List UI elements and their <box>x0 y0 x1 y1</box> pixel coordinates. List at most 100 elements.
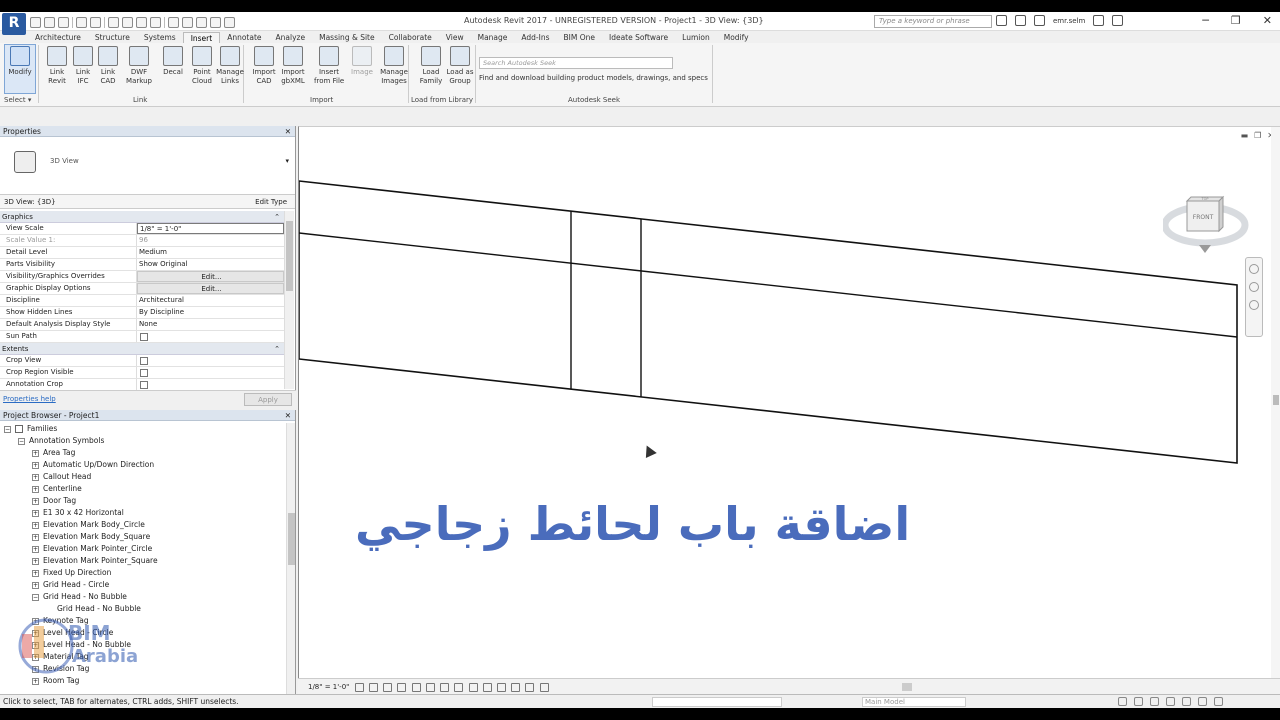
property-value[interactable] <box>137 331 284 342</box>
tab-systems[interactable]: Systems <box>137 32 183 43</box>
select-pinned-icon[interactable] <box>1166 697 1175 706</box>
detail-level-icon[interactable] <box>354 682 364 692</box>
expand-icon[interactable]: + <box>32 545 39 553</box>
zoom-icon[interactable] <box>1249 282 1259 292</box>
expand-icon[interactable]: + <box>32 485 39 493</box>
expand-icon[interactable]: + <box>32 461 39 469</box>
3d-view-icon[interactable] <box>168 16 179 28</box>
user-name[interactable]: emr.selm <box>1053 17 1085 25</box>
import-cad-button[interactable]: Import CAD <box>249 46 279 86</box>
curtain-wall-drawing[interactable] <box>299 127 1271 679</box>
tree-item[interactable]: + Centerline <box>0 483 286 495</box>
help-icon[interactable] <box>1112 15 1124 26</box>
property-value[interactable] <box>137 355 284 366</box>
collapse-icon[interactable]: ⌃ <box>274 343 280 355</box>
property-value[interactable]: By Discipline <box>137 307 284 318</box>
background-process-icon[interactable] <box>1214 697 1223 706</box>
select-links-icon[interactable] <box>1134 697 1143 706</box>
save-icon[interactable] <box>44 16 55 28</box>
tree-item[interactable]: + Elevation Mark Pointer_Square <box>0 555 286 567</box>
tab-annotate[interactable]: Annotate <box>220 32 268 43</box>
tree-item[interactable]: + Callout Head <box>0 471 286 483</box>
expand-icon[interactable]: + <box>32 677 39 685</box>
switch-windows-icon[interactable] <box>224 16 235 28</box>
property-value[interactable]: Medium <box>137 247 284 258</box>
modify-button[interactable]: Modify <box>6 46 34 77</box>
collapse-icon[interactable]: ⌃ <box>274 211 280 223</box>
measure-icon[interactable] <box>108 16 119 28</box>
property-value[interactable]: None <box>137 319 284 330</box>
viewport-scrollbar[interactable] <box>1271 127 1280 695</box>
hide-isolate-icon[interactable] <box>468 682 478 692</box>
render-icon[interactable] <box>411 682 421 692</box>
sun-path-icon[interactable] <box>383 682 393 692</box>
property-value[interactable] <box>137 367 284 378</box>
keyword-search-input[interactable]: Type a keyword or phrase <box>874 15 992 28</box>
section-icon[interactable] <box>182 16 193 28</box>
shadows-icon[interactable] <box>397 682 407 692</box>
text-icon[interactable] <box>150 16 161 28</box>
tag-icon[interactable] <box>136 16 147 28</box>
exchange-icon[interactable] <box>1093 15 1105 26</box>
sync-icon[interactable] <box>58 16 69 28</box>
load-as-group-button[interactable]: Load as Group <box>445 46 475 86</box>
reveal-hidden-icon[interactable] <box>482 682 492 692</box>
close-hidden-icon[interactable] <box>210 16 221 28</box>
tab-lumion[interactable]: Lumion <box>675 32 717 43</box>
collapse-icon[interactable]: − <box>18 437 25 445</box>
tab-view[interactable]: View <box>439 32 471 43</box>
close-icon[interactable]: ✕ <box>285 410 291 421</box>
expand-icon[interactable]: + <box>32 581 39 589</box>
close-button[interactable]: ✕ <box>1263 14 1272 27</box>
checkbox[interactable] <box>140 357 148 365</box>
tree-item[interactable]: − Families <box>0 423 286 435</box>
crop-view-icon[interactable] <box>425 682 435 692</box>
tab-modify[interactable]: Modify <box>717 32 756 43</box>
panel-select[interactable]: Select ▾ <box>4 96 31 104</box>
select-by-face-icon[interactable] <box>1182 697 1191 706</box>
checkbox[interactable] <box>140 333 148 341</box>
highlight-icon[interactable] <box>525 682 535 692</box>
apply-button[interactable]: Apply <box>244 393 292 406</box>
dimension-icon[interactable] <box>122 16 133 28</box>
collapse-icon[interactable]: − <box>32 593 39 601</box>
checkbox[interactable] <box>140 381 148 389</box>
image-button[interactable]: Image <box>347 46 377 77</box>
horizontal-mullion[interactable] <box>299 232 1238 338</box>
tab-insert[interactable]: Insert <box>182 32 221 43</box>
expand-icon[interactable]: + <box>32 509 39 517</box>
tree-item[interactable]: + Elevation Mark Body_Square <box>0 531 286 543</box>
maximize-button[interactable]: ❐ <box>1231 14 1241 27</box>
redo-icon[interactable] <box>90 16 101 28</box>
constraints-icon[interactable] <box>539 682 549 692</box>
tab-architecture[interactable]: Architecture <box>28 32 88 43</box>
expand-icon[interactable]: + <box>32 569 39 577</box>
tree-item[interactable]: + Elevation Mark Pointer_Circle <box>0 543 286 555</box>
filter-icon[interactable] <box>1118 697 1127 706</box>
manage-links-button[interactable]: Manage Links <box>215 46 245 86</box>
tab-collaborate[interactable]: Collaborate <box>382 32 439 43</box>
drag-elements-icon[interactable] <box>1198 697 1207 706</box>
collapse-icon[interactable]: − <box>4 425 11 433</box>
open-icon[interactable] <box>30 16 41 28</box>
instance-selector[interactable]: 3D View: {3D} Edit Type <box>0 195 295 209</box>
type-selector[interactable]: 3D View ▾ <box>0 137 295 195</box>
decal-button[interactable]: Decal <box>158 46 188 77</box>
tree-item[interactable]: − Grid Head - No Bubble <box>0 591 286 603</box>
checkbox[interactable] <box>140 369 148 377</box>
properties-scrollbar[interactable] <box>284 211 294 389</box>
properties-help-link[interactable]: Properties help <box>3 395 56 403</box>
expand-icon[interactable]: + <box>32 497 39 505</box>
visual-style-icon[interactable] <box>368 682 378 692</box>
property-value[interactable]: Show Original <box>137 259 284 270</box>
browser-scrollbar[interactable] <box>286 423 295 702</box>
property-value[interactable]: Edit... <box>137 271 284 282</box>
close-icon[interactable]: ✕ <box>285 126 291 137</box>
insert-from-file-button[interactable]: Insert from File <box>314 46 344 86</box>
seek-search-input[interactable]: Search Autodesk Seek <box>479 57 673 69</box>
property-value[interactable]: 1/8" = 1'-0" <box>137 223 284 234</box>
star-icon[interactable] <box>1034 15 1045 26</box>
import-gbxml-button[interactable]: Import gbXML <box>278 46 308 86</box>
tab-analyze[interactable]: Analyze <box>269 32 313 43</box>
link-cad-button[interactable]: Link CAD <box>93 46 123 86</box>
